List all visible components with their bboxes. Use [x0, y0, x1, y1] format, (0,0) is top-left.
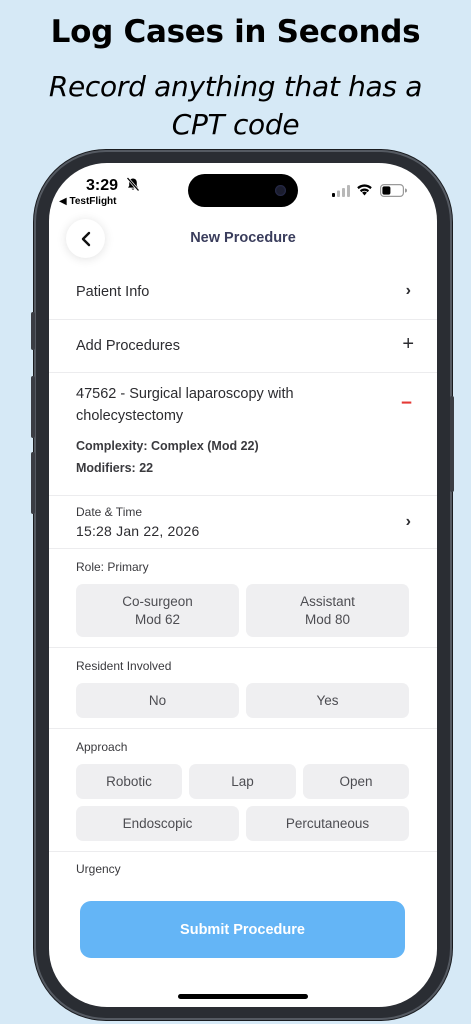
procedure-title: 47562 - Surgical laparoscopy with cholec… [76, 386, 294, 424]
bell-slash-icon [126, 177, 140, 192]
resident-option-no[interactable]: No [76, 683, 239, 718]
add-procedures-label: Add Procedures [76, 338, 180, 354]
procedure-complexity: Complexity: Complex (Mod 22) [76, 439, 259, 453]
status-time: 3:29 [86, 177, 119, 194]
testflight-back-link[interactable]: ◀ TestFlight [59, 196, 117, 207]
app-screen: 3:29 ◀ TestFlight New Procedure Patient … [49, 163, 437, 1007]
role-option-assistant[interactable]: Assistant Mod 80 [246, 584, 409, 637]
approach-option-percutaneous[interactable]: Percutaneous [246, 806, 409, 841]
promo-subtitle: Record anything that has a CPT code [48, 70, 423, 141]
date-time-value: 15:28 Jan 22, 2026 [76, 523, 200, 539]
nav-header: New Procedure [49, 215, 437, 263]
option-line: Mod 62 [134, 611, 181, 627]
option-line: Co-surgeon [122, 593, 193, 609]
urgency-label: Urgency [76, 862, 121, 876]
approach-label: Approach [76, 740, 128, 754]
action-button [31, 312, 35, 350]
procedure-modifiers: Modifiers: 22 [76, 461, 154, 475]
resident-option-yes[interactable]: Yes [246, 683, 409, 718]
resident-section: Resident Involved No Yes [49, 648, 437, 729]
battery-icon [380, 184, 407, 197]
approach-option-lap[interactable]: Lap [189, 764, 296, 799]
page-title: New Procedure [190, 230, 296, 246]
status-bar: 3:29 ◀ TestFlight [49, 163, 437, 213]
option-line: Assistant [300, 593, 355, 609]
promo-title: Log Cases in Seconds [50, 14, 421, 50]
option-line: Mod 80 [304, 611, 351, 627]
add-procedures-row[interactable]: Add Procedures + [49, 320, 437, 373]
volume-up-button [31, 376, 35, 438]
date-time-row[interactable]: Date & Time 15:28 Jan 22, 2026 › [49, 496, 437, 549]
procedure-item: 47562 - Surgical laparoscopy with cholec… [49, 373, 437, 496]
dynamic-island [188, 174, 298, 207]
approach-option-robotic[interactable]: Robotic [76, 764, 182, 799]
home-indicator [178, 994, 308, 999]
remove-procedure-icon[interactable]: − [401, 393, 412, 415]
signal-icon [332, 185, 350, 197]
resident-label: Resident Involved [76, 659, 172, 673]
submit-procedure-button[interactable]: Submit Procedure [80, 901, 405, 958]
role-option-co-surgeon[interactable]: Co-surgeon Mod 62 [76, 584, 239, 637]
power-button [450, 396, 454, 492]
wifi-icon [357, 184, 372, 196]
approach-option-endoscopic[interactable]: Endoscopic [76, 806, 239, 841]
chevron-right-icon: › [405, 513, 411, 530]
date-time-label: Date & Time [76, 505, 143, 519]
role-label: Role: Primary [76, 560, 149, 574]
approach-option-open[interactable]: Open [303, 764, 409, 799]
plus-icon[interactable]: + [402, 333, 414, 356]
volume-down-button [31, 452, 35, 514]
patient-info-label: Patient Info [76, 284, 150, 300]
patient-info-row[interactable]: Patient Info › [49, 267, 437, 320]
role-section: Role: Primary Co-surgeon Mod 62 Assistan… [49, 549, 437, 648]
camera-icon [275, 185, 286, 196]
chevron-right-icon: › [405, 282, 411, 299]
approach-section: Approach Robotic Lap Open Endoscopic Per… [49, 729, 437, 852]
